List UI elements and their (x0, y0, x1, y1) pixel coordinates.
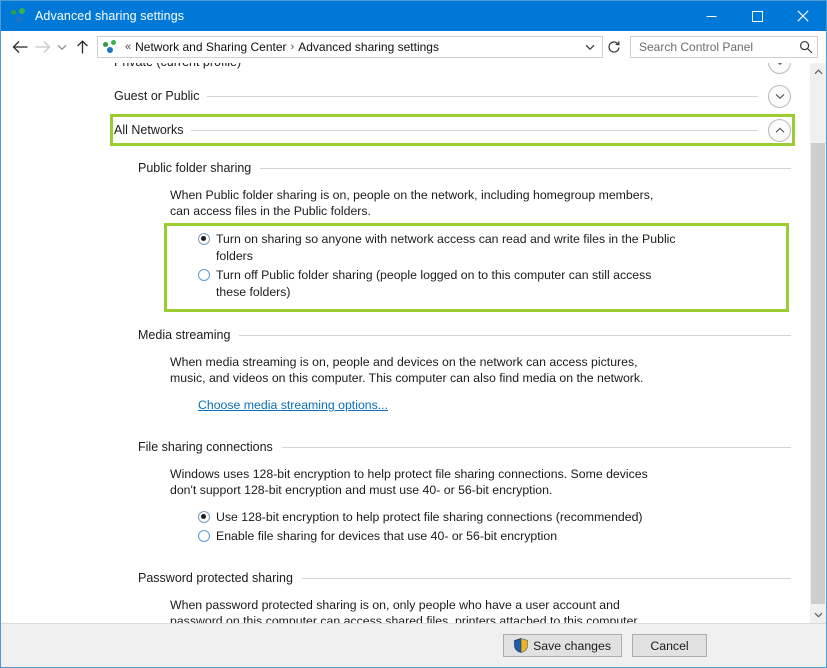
window-controls (688, 1, 826, 31)
section-description-password-protected-sharing: When password protected sharing is on, o… (170, 598, 641, 623)
settings-list: Private (current profile) Guest or Publi… (1, 63, 807, 623)
scrollbar-thumb[interactable] (811, 143, 825, 604)
section-header: Media streaming (138, 324, 791, 346)
profile-rule (207, 95, 758, 97)
section-rule (301, 577, 791, 579)
section-title-public-folder-sharing: Public folder sharing (138, 161, 252, 175)
profile-label-private: Private (current profile) (114, 63, 241, 69)
refresh-icon[interactable] (603, 35, 625, 59)
link-choose-media-streaming-options[interactable]: Choose media streaming options... (198, 398, 388, 412)
dialog-footer: Save changes Cancel (1, 623, 826, 667)
radio-unselected-icon[interactable] (198, 269, 210, 281)
uac-shield-icon (514, 638, 528, 653)
chevron-up-icon[interactable] (768, 118, 791, 142)
breadcrumb-leading-separator: « (125, 41, 132, 53)
address-bar: « Network and Sharing Center › Advanced … (1, 31, 826, 63)
radio-option-enable-40-or-56-bit-encryption[interactable]: Enable file sharing for devices that use… (198, 527, 783, 546)
radio-selected-icon[interactable] (198, 233, 210, 245)
section-rule (281, 446, 791, 448)
cancel-label: Cancel (650, 638, 689, 653)
radio-group-public-folder-sharing: Turn on sharing so anyone with network a… (164, 223, 789, 312)
close-button[interactable] (780, 1, 826, 31)
section-media-streaming: Media streaming When media streaming is … (1, 324, 807, 414)
section-rule (239, 334, 791, 336)
settings-scroll-region: Private (current profile) Guest or Publi… (1, 63, 809, 623)
section-body: Windows uses 128-bit encryption to help … (138, 467, 791, 546)
section-title-password-protected-sharing: Password protected sharing (138, 571, 293, 585)
section-description-media-streaming: When media streaming is on, people and d… (170, 355, 644, 385)
section-rule (260, 167, 791, 169)
radio-label: Enable file sharing for devices that use… (216, 529, 558, 543)
profile-label-all-networks: All Networks (114, 123, 184, 137)
search-placeholder: Search Control Panel (639, 40, 754, 54)
breadcrumb-item-advanced-sharing-settings[interactable]: Advanced sharing settings (298, 40, 439, 54)
path-network-icon (103, 40, 118, 54)
radio-label: Turn off Public folder sharing (people l… (216, 268, 652, 299)
vertical-scrollbar[interactable] (809, 63, 826, 623)
profile-row-private[interactable]: Private (current profile) (1, 63, 807, 79)
save-changes-label: Save changes (533, 638, 611, 653)
section-description-public-folder-sharing: When Public folder sharing is on, people… (170, 188, 654, 218)
section-title-media-streaming: Media streaming (138, 328, 231, 342)
radio-label: Turn on sharing so anyone with network a… (216, 232, 676, 263)
radio-group-file-sharing-connections: Use 128-bit encryption to help protect f… (170, 508, 783, 546)
radio-option-turn-off-public-folder-sharing[interactable]: Turn off Public folder sharing (people l… (198, 266, 783, 302)
section-body: When password protected sharing is on, o… (138, 598, 791, 623)
section-header: Public folder sharing (138, 157, 791, 179)
radio-option-turn-on-public-folder-sharing[interactable]: Turn on sharing so anyone with network a… (198, 230, 783, 266)
recent-locations-chevron-down-icon[interactable] (53, 35, 71, 59)
chevron-down-icon[interactable] (768, 84, 791, 108)
profile-rule (191, 129, 758, 131)
radio-label: Use 128-bit encryption to help protect f… (216, 510, 643, 524)
section-file-sharing-connections: File sharing connections Windows uses 12… (1, 436, 807, 546)
window-title: Advanced sharing settings (35, 9, 185, 23)
scroll-down-chevron-down-icon[interactable] (810, 606, 826, 623)
up-arrow-icon[interactable] (71, 35, 93, 59)
maximize-button[interactable] (734, 1, 780, 31)
breadcrumb-separator: › (290, 41, 295, 53)
network-icon (11, 8, 27, 24)
section-password-protected-sharing: Password protected sharing When password… (1, 567, 807, 623)
back-arrow-icon[interactable] (9, 35, 31, 59)
cancel-button[interactable]: Cancel (632, 634, 707, 657)
profile-row-all-networks[interactable]: All Networks (1, 113, 807, 147)
save-changes-button[interactable]: Save changes (503, 634, 622, 657)
scroll-up-chevron-up-icon[interactable] (810, 63, 826, 80)
section-header: File sharing connections (138, 436, 791, 458)
section-body: When media streaming is on, people and d… (138, 355, 791, 414)
search-input[interactable]: Search Control Panel (630, 36, 818, 58)
profile-label-guest-or-public: Guest or Public (114, 89, 200, 103)
section-public-folder-sharing: Public folder sharing When Public folder… (1, 157, 807, 312)
chevron-down-icon[interactable] (768, 63, 791, 74)
radio-unselected-icon[interactable] (198, 530, 210, 542)
section-description-file-sharing-connections: Windows uses 128-bit encryption to help … (170, 467, 648, 497)
forward-arrow-icon (31, 35, 53, 59)
content-area: Private (current profile) Guest or Publi… (1, 63, 826, 623)
profile-row-guest-or-public[interactable]: Guest or Public (1, 79, 807, 113)
address-dropdown-chevron-down-icon[interactable] (580, 37, 600, 57)
address-field[interactable]: « Network and Sharing Center › Advanced … (97, 36, 603, 58)
minimize-button[interactable] (688, 1, 734, 31)
title-bar: Advanced sharing settings (1, 1, 826, 31)
search-icon[interactable] (799, 40, 813, 54)
breadcrumb-item-network-and-sharing-center[interactable]: Network and Sharing Center (135, 40, 286, 54)
section-title-file-sharing-connections: File sharing connections (138, 440, 273, 454)
section-header: Password protected sharing (138, 567, 791, 589)
radio-option-use-128-bit-encryption[interactable]: Use 128-bit encryption to help protect f… (198, 508, 783, 527)
advanced-sharing-settings-window: Advanced sharing settings « Network and … (0, 0, 827, 668)
section-body: When Public folder sharing is on, people… (138, 188, 791, 312)
radio-selected-icon[interactable] (198, 511, 210, 523)
